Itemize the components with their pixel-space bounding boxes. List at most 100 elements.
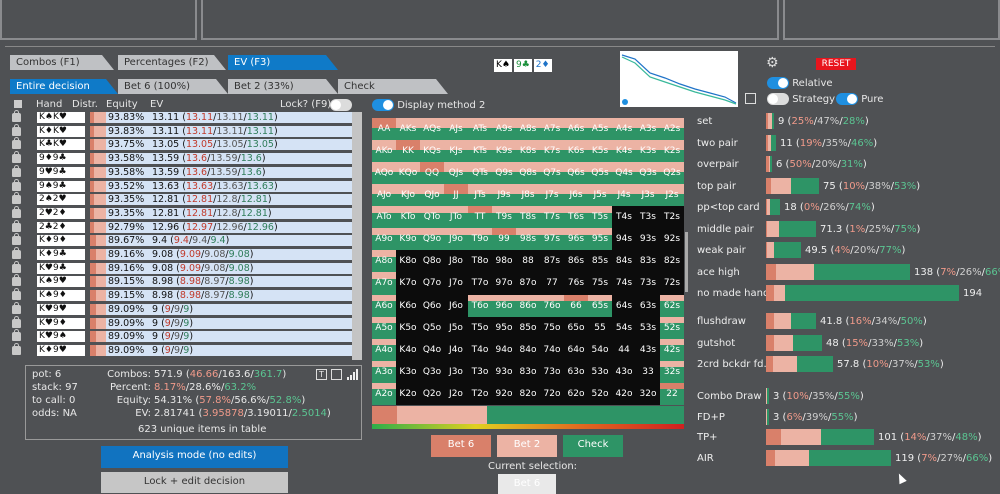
grid-cell[interactable]: ATo: [372, 206, 396, 229]
grid-cell[interactable]: QQ: [420, 162, 444, 185]
grid-cell[interactable]: 96o: [492, 294, 516, 317]
grid-cell[interactable]: 84o: [516, 339, 540, 361]
header-distr[interactable]: Distr.: [72, 99, 98, 110]
relative-toggle[interactable]: Relative: [767, 77, 833, 89]
grid-cell[interactable]: 95s: [588, 228, 612, 251]
grid-cell[interactable]: J4s: [612, 184, 636, 207]
tab-decision-3[interactable]: Check: [338, 79, 448, 94]
table-row[interactable]: 9♥9♣ 93.58% 13.59 (13.6/13.59/13.6): [12, 164, 352, 178]
grid-cell[interactable]: AJs: [444, 118, 468, 141]
grid-cell[interactable]: K2s: [660, 140, 684, 163]
tab-ev[interactable]: EV (F3): [228, 55, 338, 70]
table-row[interactable]: K♥9♣ 89.16% 9.08 (9.09/9.08/9.08): [12, 260, 352, 274]
grid-cell[interactable]: Q3o: [420, 361, 444, 383]
grid-cell[interactable]: 82o: [516, 383, 540, 405]
table-row[interactable]: K♦9♣ 89.16% 9.08 (9.09/9.08/9.08): [12, 247, 352, 260]
grid-cell[interactable]: 84s: [612, 250, 636, 272]
table-row[interactable]: K♦K♥ 93.83% 13.11 (13.11/13.11/13.11): [12, 123, 352, 137]
grid-cell[interactable]: 65s: [588, 294, 612, 317]
tab-combos[interactable]: Combos (F1): [10, 55, 114, 70]
grid-cell[interactable]: Q8s: [516, 162, 540, 185]
strategy-switch[interactable]: [767, 93, 789, 105]
grid-cell[interactable]: A6o: [372, 294, 396, 317]
grid-cell[interactable]: 76o: [540, 294, 564, 317]
display-method-toggle[interactable]: Display method 2: [372, 99, 485, 111]
lock-icon[interactable]: [12, 192, 21, 205]
grid-cell[interactable]: K9s: [492, 140, 516, 163]
grid-cell[interactable]: AA: [372, 118, 396, 141]
lock-icon[interactable]: [12, 315, 21, 328]
grid-cell[interactable]: AKs: [396, 118, 420, 141]
grid-cell[interactable]: J7o: [444, 272, 468, 294]
lock-icon[interactable]: [12, 123, 21, 136]
lock-toggle[interactable]: [330, 99, 352, 111]
grid-cell[interactable]: A5o: [372, 316, 396, 339]
grid-cell[interactable]: 76s: [564, 272, 588, 294]
grid-cell[interactable]: 97s: [540, 228, 564, 251]
grid-cell[interactable]: 52s: [660, 316, 684, 339]
grid-cell[interactable]: 86s: [564, 250, 588, 272]
grid-cell[interactable]: J5o: [444, 317, 468, 339]
grid-cell[interactable]: T7o: [468, 272, 492, 294]
grid-cell[interactable]: J4o: [444, 339, 468, 361]
grid-cell[interactable]: Q5s: [588, 162, 612, 185]
grid-cell[interactable]: 62o: [564, 383, 588, 405]
gear-icon[interactable]: ⚙: [766, 55, 779, 71]
grid-cell[interactable]: Q5o: [420, 317, 444, 339]
grid-cell[interactable]: KJo: [396, 184, 420, 207]
grid-cell[interactable]: Q7o: [420, 272, 444, 294]
grid-cell[interactable]: K8o: [396, 250, 420, 272]
grid-cell[interactable]: A2s: [660, 118, 684, 141]
grid-cell[interactable]: KTo: [396, 206, 420, 229]
grid-cell[interactable]: Q6o: [420, 295, 444, 317]
grid-cell[interactable]: A9s: [492, 118, 516, 141]
grid-cell[interactable]: 53s: [636, 317, 660, 339]
grid-cell[interactable]: 75s: [588, 272, 612, 294]
grid-cell[interactable]: AQo: [372, 162, 396, 185]
grid-cell[interactable]: T3s: [636, 206, 660, 228]
grid-cell[interactable]: 98o: [492, 250, 516, 272]
lock-icon[interactable]: [12, 151, 21, 164]
grid-cell[interactable]: T6o: [468, 294, 492, 317]
lock-icon[interactable]: [12, 260, 21, 273]
grid-cell[interactable]: 63o: [564, 361, 588, 383]
lock-icon[interactable]: [12, 110, 21, 122]
export-icon[interactable]: [331, 369, 342, 380]
grid-cell[interactable]: J3s: [636, 184, 660, 207]
grid-cell[interactable]: T9o: [468, 228, 492, 251]
lock-icon[interactable]: [12, 178, 21, 191]
grid-cell[interactable]: K2o: [396, 383, 420, 405]
grid-cell[interactable]: A5s: [588, 118, 612, 141]
strategy-toggle[interactable]: Strategy: [767, 93, 835, 105]
reset-button[interactable]: RESET: [816, 58, 856, 70]
lock-icon[interactable]: [12, 205, 21, 218]
grid-cell[interactable]: Q4o: [420, 339, 444, 361]
header-ev[interactable]: EV: [150, 99, 163, 110]
grid-cell[interactable]: 65o: [564, 317, 588, 339]
table-row[interactable]: K♣K♥ 93.75% 13.05 (13.05/13.05/13.05): [12, 137, 352, 151]
bet-6-button[interactable]: Bet 6: [431, 435, 491, 457]
grid-cell[interactable]: T5s: [588, 206, 612, 229]
popout-icon[interactable]: [745, 93, 756, 104]
table-row[interactable]: K♦9♥ 89.09% 9 (9/9/9): [12, 342, 352, 356]
grid-cell[interactable]: J6o: [444, 295, 468, 317]
grid-cell[interactable]: A4o: [372, 338, 396, 361]
grid-cell[interactable]: Q3s: [636, 162, 660, 185]
grid-cell[interactable]: Q7s: [540, 162, 564, 185]
grid-cell[interactable]: 87s: [540, 250, 564, 272]
grid-cell[interactable]: A9o: [372, 228, 396, 251]
grid-cell[interactable]: 88: [516, 250, 540, 272]
grid-cell[interactable]: A3s: [636, 118, 660, 141]
table-row[interactable]: K♠9♦ 89.15% 8.98 (8.98/8.97/8.98): [12, 288, 352, 302]
grid-cell[interactable]: 42s: [660, 338, 684, 361]
grid-cell[interactable]: 64s: [612, 295, 636, 317]
grid-cell[interactable]: 42o: [612, 383, 636, 405]
grid-cell[interactable]: Q4s: [612, 162, 636, 185]
grid-cell[interactable]: K6o: [396, 295, 420, 317]
grid-cell[interactable]: K8s: [516, 140, 540, 163]
grid-cell[interactable]: Q2s: [660, 162, 684, 185]
grid-cell[interactable]: T6s: [564, 206, 588, 229]
grid-cell[interactable]: 75o: [540, 317, 564, 339]
header-equity[interactable]: Equity: [106, 99, 138, 110]
grid-cell[interactable]: 72o: [540, 383, 564, 405]
